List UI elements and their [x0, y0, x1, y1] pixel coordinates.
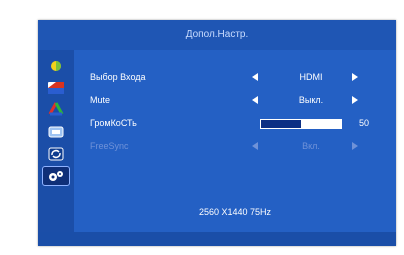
arrow-right-icon: [352, 142, 358, 150]
bottom-bar: [38, 232, 396, 246]
volume-row[interactable]: ГромКоСТь 50: [74, 114, 396, 132]
resolution-status: 2560 X1440 75Hz: [198, 207, 272, 217]
arrow-right-icon[interactable]: [352, 96, 358, 104]
arrow-right-icon[interactable]: [352, 73, 358, 81]
brightness-icon[interactable]: [43, 57, 69, 75]
freesync-label: FreeSync: [90, 141, 129, 151]
volume-value: 50: [359, 118, 370, 128]
osd-settings-icon[interactable]: [43, 123, 69, 141]
freesync-row: FreeSync Вкл.: [74, 137, 396, 155]
osd-menu: Допол.Настр. Выбор Входа HDMI Mute Выкл.…: [38, 20, 396, 246]
mute-value: Выкл.: [298, 95, 324, 105]
mute-row[interactable]: Mute Выкл.: [74, 91, 396, 109]
input-select-value: HDMI: [299, 72, 323, 82]
volume-slider-fill: [261, 120, 301, 128]
volume-label: ГромКоСТь: [90, 118, 137, 128]
sidebar: [38, 50, 74, 232]
input-select-label: Выбор Входа: [90, 72, 146, 82]
arrow-left-icon[interactable]: [252, 96, 258, 104]
mute-label: Mute: [90, 95, 111, 105]
arrow-left-icon[interactable]: [252, 73, 258, 81]
color-icon[interactable]: [43, 101, 69, 119]
picture-icon[interactable]: [43, 79, 69, 97]
volume-slider[interactable]: [260, 119, 342, 129]
extra-settings-icon[interactable]: [42, 166, 70, 186]
settings-panel: Выбор Входа HDMI Mute Выкл. ГромКоСТь 50…: [74, 50, 396, 232]
menu-title: Допол.Настр.: [38, 20, 396, 51]
freesync-value: Вкл.: [302, 141, 320, 151]
input-select-row[interactable]: Выбор Входа HDMI: [74, 68, 396, 86]
arrow-left-icon: [252, 142, 258, 150]
reset-icon[interactable]: [43, 145, 69, 163]
